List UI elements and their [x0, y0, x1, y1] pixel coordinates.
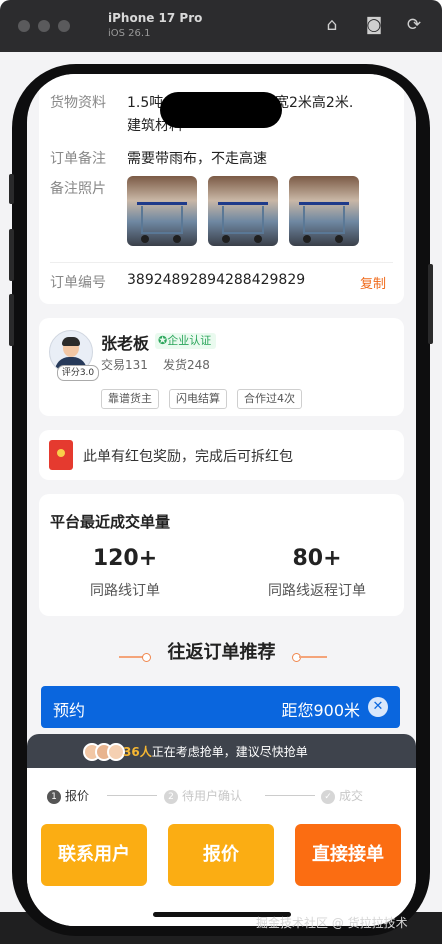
shipper-tag: 靠谱货主: [101, 389, 159, 409]
shipper-name: 张老板: [101, 334, 150, 353]
order-number-value: 38924892894288429829: [127, 272, 306, 288]
round-trip-section-title: 往返订单推荐: [167, 642, 276, 663]
return-route-label: 同路线返程订单: [268, 583, 366, 599]
remark-value: 需要带雨布，不走高速: [127, 151, 267, 167]
step-label: 待用户确认: [182, 789, 243, 803]
verified-check-icon: ✪: [158, 334, 168, 347]
action-button: [9, 174, 14, 204]
red-packet-icon: [49, 440, 73, 470]
competitor-count: 36人: [123, 745, 152, 759]
enterprise-verified-badge: ✪企业认证: [155, 333, 217, 349]
quote-button[interactable]: 报价: [168, 824, 274, 886]
nearby-order-distance: 距您900米: [281, 701, 360, 720]
simulator-device-name: iPhone 17 Pro: [108, 11, 203, 25]
divider: [50, 262, 393, 263]
nearby-order-type: 预约: [53, 701, 86, 720]
step-arrow: [107, 795, 157, 796]
volume-down-button: [9, 294, 14, 346]
contact-user-button[interactable]: 联系用户: [41, 824, 147, 886]
zoom-window-button[interactable]: [58, 20, 70, 32]
dynamic-island: [160, 92, 282, 128]
step-user-confirm: 2 待用户确认: [164, 787, 242, 804]
shipper-trades: 交易131: [101, 358, 148, 372]
order-number-label: 订单编号: [50, 275, 106, 291]
remark-photo-3[interactable]: [289, 176, 359, 246]
shipper-shipments: 发货248: [163, 358, 210, 372]
step-label: 成交: [339, 789, 364, 803]
cargo-value-line1: 1.5吨: [127, 95, 164, 111]
competition-message: 正在考虑抢单，建议尽快抢单: [151, 745, 308, 759]
phone-screen: 货物资料 1.5吨 长宽2米高2米. 建筑材料 订单备注 需要带雨布，不走高速 …: [27, 74, 416, 926]
deal-stats-card: 平台最近成交单量 120+ 同路线订单 80+ 同路线返程订单: [39, 494, 404, 616]
remark-label: 订单备注: [50, 151, 106, 167]
step-label: 报价: [65, 789, 90, 803]
watermark: 掘金技术社区 @ 货拉拉技术: [256, 916, 408, 930]
simulator-title-bar: iPhone 17 Pro iOS 26.1 ⌂ ◙ ⟳: [0, 0, 442, 52]
red-packet-text: 此单有红包奖励，完成后可拆红包: [83, 449, 293, 465]
power-button: [428, 264, 433, 344]
step-number-icon: 1: [47, 789, 61, 804]
step-arrow: [265, 795, 315, 796]
home-icon[interactable]: ⌂: [322, 15, 342, 35]
red-packet-card: 此单有红包奖励，完成后可拆红包: [39, 430, 404, 480]
deal-stats-title: 平台最近成交单量: [50, 513, 171, 531]
remark-photo-1[interactable]: [127, 176, 197, 246]
competition-banner: 36人正在考虑抢单，建议尽快抢单: [27, 734, 416, 768]
same-route-count: 120+: [92, 546, 158, 571]
shipper-card: 评分3.0 张老板 ✪企业认证 交易131 发货248 靠谱货主 闪电结算 合作…: [39, 318, 404, 416]
close-icon[interactable]: ✕: [368, 697, 388, 717]
volume-up-button: [9, 229, 14, 281]
cargo-label: 货物资料: [50, 95, 106, 111]
bottom-action-panel: 1 报价 2 待用户确认 ✓ 成交 联系用户 报价 直接接单: [27, 768, 416, 926]
shipper-tag: 闪电结算: [169, 389, 227, 409]
remark-photo-2[interactable]: [208, 176, 278, 246]
simulator-os-version: iOS 26.1: [108, 28, 151, 39]
shipper-tag: 合作过4次: [237, 389, 302, 409]
return-route-count: 80+: [292, 546, 342, 571]
rotate-icon[interactable]: ⟳: [404, 15, 424, 35]
screenshot-icon[interactable]: ◙: [364, 15, 384, 35]
shipper-score-badge: 评分3.0: [57, 365, 99, 381]
step-quote: 1 报价: [47, 787, 89, 804]
step-deal: ✓ 成交: [321, 787, 363, 804]
step-number-icon: 2: [164, 789, 178, 804]
copy-order-number-button[interactable]: 复制: [360, 273, 386, 292]
title-decoration-right: [299, 656, 327, 658]
competition-text: 36人正在考虑抢单，建议尽快抢单: [123, 743, 308, 760]
enterprise-verified-label: 企业认证: [167, 334, 212, 347]
nearby-order-bar[interactable]: 预约 距您900米 ✕: [41, 686, 400, 728]
check-icon: ✓: [321, 789, 335, 804]
same-route-label: 同路线订单: [90, 583, 160, 599]
accept-order-button[interactable]: 直接接单: [295, 824, 401, 886]
minimize-window-button[interactable]: [38, 20, 50, 32]
close-window-button[interactable]: [18, 20, 30, 32]
photos-label: 备注照片: [50, 181, 106, 197]
